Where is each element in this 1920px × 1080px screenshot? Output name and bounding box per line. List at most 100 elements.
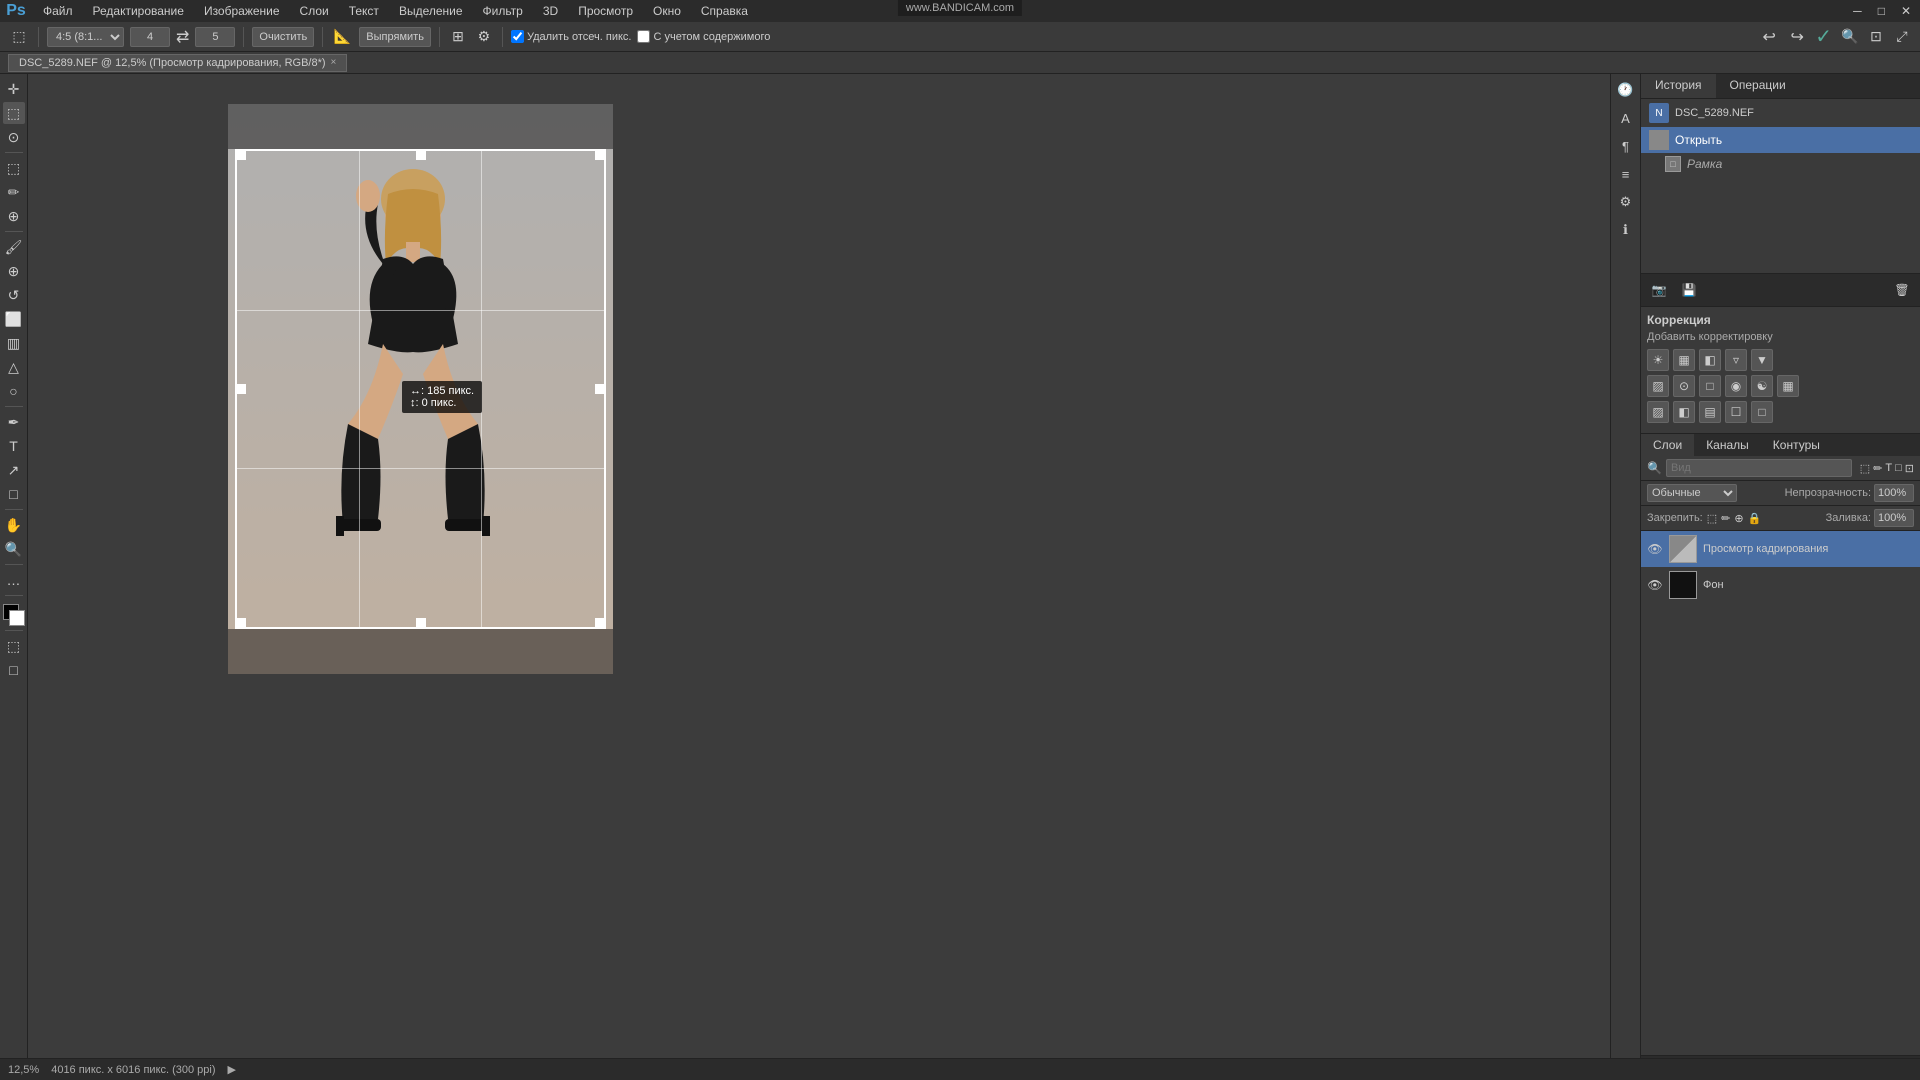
layer-row-crop[interactable]: 👁 Просмотр кадрирования: [1641, 531, 1920, 567]
tab-close-button[interactable]: ×: [331, 57, 337, 68]
trash-icon[interactable]: 🗑: [1890, 278, 1914, 302]
gradient-tool[interactable]: ▥: [3, 332, 25, 354]
corr-levels-icon[interactable]: ▦: [1673, 349, 1695, 371]
blur-tool[interactable]: △: [3, 356, 25, 378]
eyedropper-tool[interactable]: ✏: [3, 181, 25, 203]
healing-tool[interactable]: ⊕: [3, 205, 25, 227]
lock-all-icon[interactable]: 🔒: [1748, 512, 1762, 525]
hand-tool[interactable]: ✋: [3, 514, 25, 536]
move-tool[interactable]: ✛: [3, 78, 25, 100]
filter-pixel-icon[interactable]: ⬚: [1860, 462, 1870, 475]
lasso-tool[interactable]: ⊙: [3, 126, 25, 148]
document-tab[interactable]: DSC_5289.NEF @ 12,5% (Просмотр кадрирова…: [8, 54, 347, 72]
content-check-label[interactable]: С учетом содержимого: [637, 30, 770, 43]
history-item-open[interactable]: Открыть: [1641, 127, 1920, 153]
confirm-icon[interactable]: ✓: [1815, 24, 1832, 49]
menu-file[interactable]: Файл: [39, 4, 77, 18]
settings-icon[interactable]: ⚙: [474, 27, 494, 47]
corr-selective-icon[interactable]: ☐: [1725, 401, 1747, 423]
swap-icon[interactable]: ⇄: [176, 27, 189, 47]
menu-image[interactable]: Изображение: [200, 4, 284, 18]
corr-colorbal-icon[interactable]: ⊙: [1673, 375, 1695, 397]
arrow-icon[interactable]: ▶: [228, 1063, 236, 1076]
lock-pos-icon[interactable]: ✏: [1721, 512, 1730, 525]
menu-help[interactable]: Справка: [697, 4, 752, 18]
layer-eye-bg[interactable]: 👁: [1647, 577, 1663, 593]
corr-gradmap-icon[interactable]: ▤: [1699, 401, 1721, 423]
corr-channel-icon[interactable]: ☯: [1751, 375, 1773, 397]
opacity-input[interactable]: [1874, 484, 1914, 502]
tab-history[interactable]: История: [1641, 74, 1716, 98]
content-checkbox[interactable]: [637, 30, 650, 43]
tab-channels[interactable]: Каналы: [1694, 434, 1761, 456]
corr-posterize-icon[interactable]: ▨: [1647, 401, 1669, 423]
path-tool[interactable]: ✒: [3, 411, 25, 433]
tab-layers[interactable]: Слои: [1641, 434, 1694, 456]
corr-hsl-icon[interactable]: ▨: [1647, 375, 1669, 397]
history-item-frame[interactable]: □ Рамка: [1641, 153, 1920, 175]
paragraph-strip-icon[interactable]: ¶: [1614, 134, 1638, 158]
corr-bw-icon[interactable]: □: [1699, 375, 1721, 397]
eraser-tool[interactable]: ⬜: [3, 308, 25, 330]
zoom-tool[interactable]: 🔍: [3, 538, 25, 560]
grid-icon[interactable]: ⊞: [448, 27, 468, 47]
corr-invert-icon[interactable]: ▦: [1777, 375, 1799, 397]
adjustment-strip-icon[interactable]: A: [1614, 106, 1638, 130]
corr-exposure-icon[interactable]: ▿: [1725, 349, 1747, 371]
extra-tool[interactable]: …: [3, 569, 25, 591]
history-brush-tool[interactable]: ↺: [3, 284, 25, 306]
arrange-icon[interactable]: ⊡: [1866, 27, 1886, 47]
selection-path-tool[interactable]: ↗: [3, 459, 25, 481]
filter-text-icon[interactable]: T: [1885, 462, 1892, 475]
delete-checkbox[interactable]: [511, 30, 524, 43]
blend-mode-select[interactable]: Обычные: [1647, 484, 1737, 502]
search-icon[interactable]: 🔍: [1840, 27, 1860, 47]
window-maximize[interactable]: □: [1874, 4, 1889, 18]
align-strip-icon[interactable]: ≡: [1614, 162, 1638, 186]
window-close[interactable]: ✕: [1897, 4, 1915, 18]
camera-icon[interactable]: 📷: [1647, 278, 1671, 302]
save-icon[interactable]: 💾: [1677, 278, 1701, 302]
menu-edit[interactable]: Редактирование: [89, 4, 188, 18]
crop-icon[interactable]: ⬚: [8, 26, 30, 48]
settings-strip-icon[interactable]: ⚙: [1614, 190, 1638, 214]
delete-check-label[interactable]: Удалить отсеч. пикс.: [511, 30, 632, 43]
layer-eye-crop[interactable]: 👁: [1647, 541, 1663, 557]
ratio-select[interactable]: 4:5 (8:1...: [47, 27, 124, 47]
crop-tool[interactable]: ⬚: [3, 157, 25, 179]
filter-shape-icon[interactable]: □: [1895, 462, 1902, 475]
window-minimize[interactable]: ─: [1849, 4, 1866, 18]
corr-brightness-icon[interactable]: ☀: [1647, 349, 1669, 371]
corr-vibrance-icon[interactable]: ▼: [1751, 349, 1773, 371]
corr-photo-icon[interactable]: ◉: [1725, 375, 1747, 397]
corr-curves-icon[interactable]: ◧: [1699, 349, 1721, 371]
menu-layers[interactable]: Слои: [296, 4, 333, 18]
quick-mask-tool[interactable]: ⬚: [3, 635, 25, 657]
corr-solid-icon[interactable]: □: [1751, 401, 1773, 423]
menu-filter[interactable]: Фильтр: [479, 4, 527, 18]
info-strip-icon[interactable]: ℹ: [1614, 218, 1638, 242]
tab-contours[interactable]: Контуры: [1761, 434, 1832, 456]
layers-search-input[interactable]: [1666, 459, 1852, 477]
lock-artboard-icon[interactable]: ⊕: [1734, 512, 1743, 525]
redo-icon[interactable]: ↪: [1787, 27, 1807, 47]
fill-input[interactable]: [1874, 509, 1914, 527]
menu-text[interactable]: Текст: [345, 4, 383, 18]
selection-tool[interactable]: ⬚: [3, 102, 25, 124]
layer-row-bg[interactable]: 👁 Фон: [1641, 567, 1920, 603]
history-strip-icon[interactable]: 🕐: [1614, 78, 1638, 102]
menu-3d[interactable]: 3D: [539, 4, 562, 18]
lock-pixels-icon[interactable]: ⬚: [1707, 512, 1717, 525]
tab-operations[interactable]: Операции: [1716, 74, 1800, 98]
height-input[interactable]: [195, 27, 235, 47]
text-tool[interactable]: T: [3, 435, 25, 457]
menu-window[interactable]: Окно: [649, 4, 685, 18]
filter-adj-icon[interactable]: ✏: [1873, 462, 1882, 475]
undo-icon[interactable]: ↩: [1759, 27, 1779, 47]
menu-select[interactable]: Выделение: [395, 4, 467, 18]
dodge-tool[interactable]: ○: [3, 380, 25, 402]
clone-tool[interactable]: ⊕: [3, 260, 25, 282]
clear-button[interactable]: Очистить: [252, 27, 314, 47]
shape-tool[interactable]: □: [3, 483, 25, 505]
menu-view[interactable]: Просмотр: [574, 4, 637, 18]
